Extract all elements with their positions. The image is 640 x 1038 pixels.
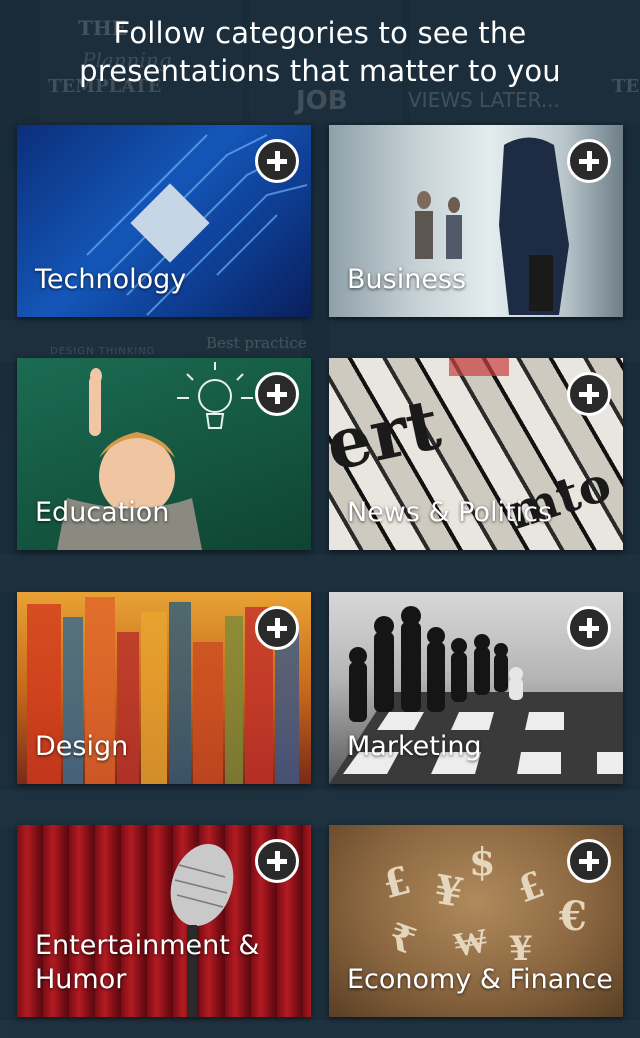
category-label: Marketing <box>347 731 482 762</box>
category-tile-news-politics[interactable]: ert mto News & Politics <box>329 358 623 550</box>
svg-text:£: £ <box>512 863 550 911</box>
category-tile-education[interactable]: Education <box>17 358 311 550</box>
plus-icon[interactable] <box>567 839 611 883</box>
category-tile-economy-finance[interactable]: £ ¥ $ £ € ₹ ₩ ¥ Economy & Finance <box>329 825 623 1017</box>
svg-text:¥: ¥ <box>431 866 467 917</box>
svg-text:₩: ₩ <box>451 920 491 965</box>
category-label: Business <box>347 264 467 295</box>
svg-text:₹: ₹ <box>383 915 421 963</box>
bg-snippet: DESIGN THINKING <box>50 346 156 357</box>
page-title: Follow categories to see the presentatio… <box>0 14 640 90</box>
category-tile-marketing[interactable]: Marketing <box>329 592 623 784</box>
plus-icon[interactable] <box>255 139 299 183</box>
plus-icon[interactable] <box>255 839 299 883</box>
title-line-1: Follow categories to see the <box>113 16 527 50</box>
category-label: Design <box>35 731 129 762</box>
category-tile-technology[interactable]: Technology <box>17 125 311 317</box>
plus-icon[interactable] <box>255 372 299 416</box>
category-tile-business[interactable]: Business <box>329 125 623 317</box>
bg-snippet: Best practice <box>206 334 307 352</box>
title-line-2: presentations that matter to you <box>79 54 561 88</box>
plus-icon[interactable] <box>567 372 611 416</box>
category-tile-entertainment-humor[interactable]: Entertainment & Humor <box>17 825 311 1017</box>
category-label: Economy & Finance <box>347 964 613 995</box>
plus-icon[interactable] <box>567 606 611 650</box>
svg-text:€: € <box>558 893 587 940</box>
category-label: Technology <box>35 264 187 295</box>
bg-snippet: VIEWS LATER... <box>408 88 560 112</box>
svg-text:$: $ <box>469 839 495 884</box>
category-label: Entertainment & Humor <box>35 930 260 995</box>
plus-icon[interactable] <box>255 606 299 650</box>
bg-snippet: JOB <box>296 86 348 116</box>
category-tile-design[interactable]: Design <box>17 592 311 784</box>
svg-text:ert: ert <box>329 382 447 487</box>
svg-text:£: £ <box>378 857 415 907</box>
plus-icon[interactable] <box>567 139 611 183</box>
category-label: News & Politics <box>347 497 553 528</box>
category-label: Education <box>35 497 170 528</box>
